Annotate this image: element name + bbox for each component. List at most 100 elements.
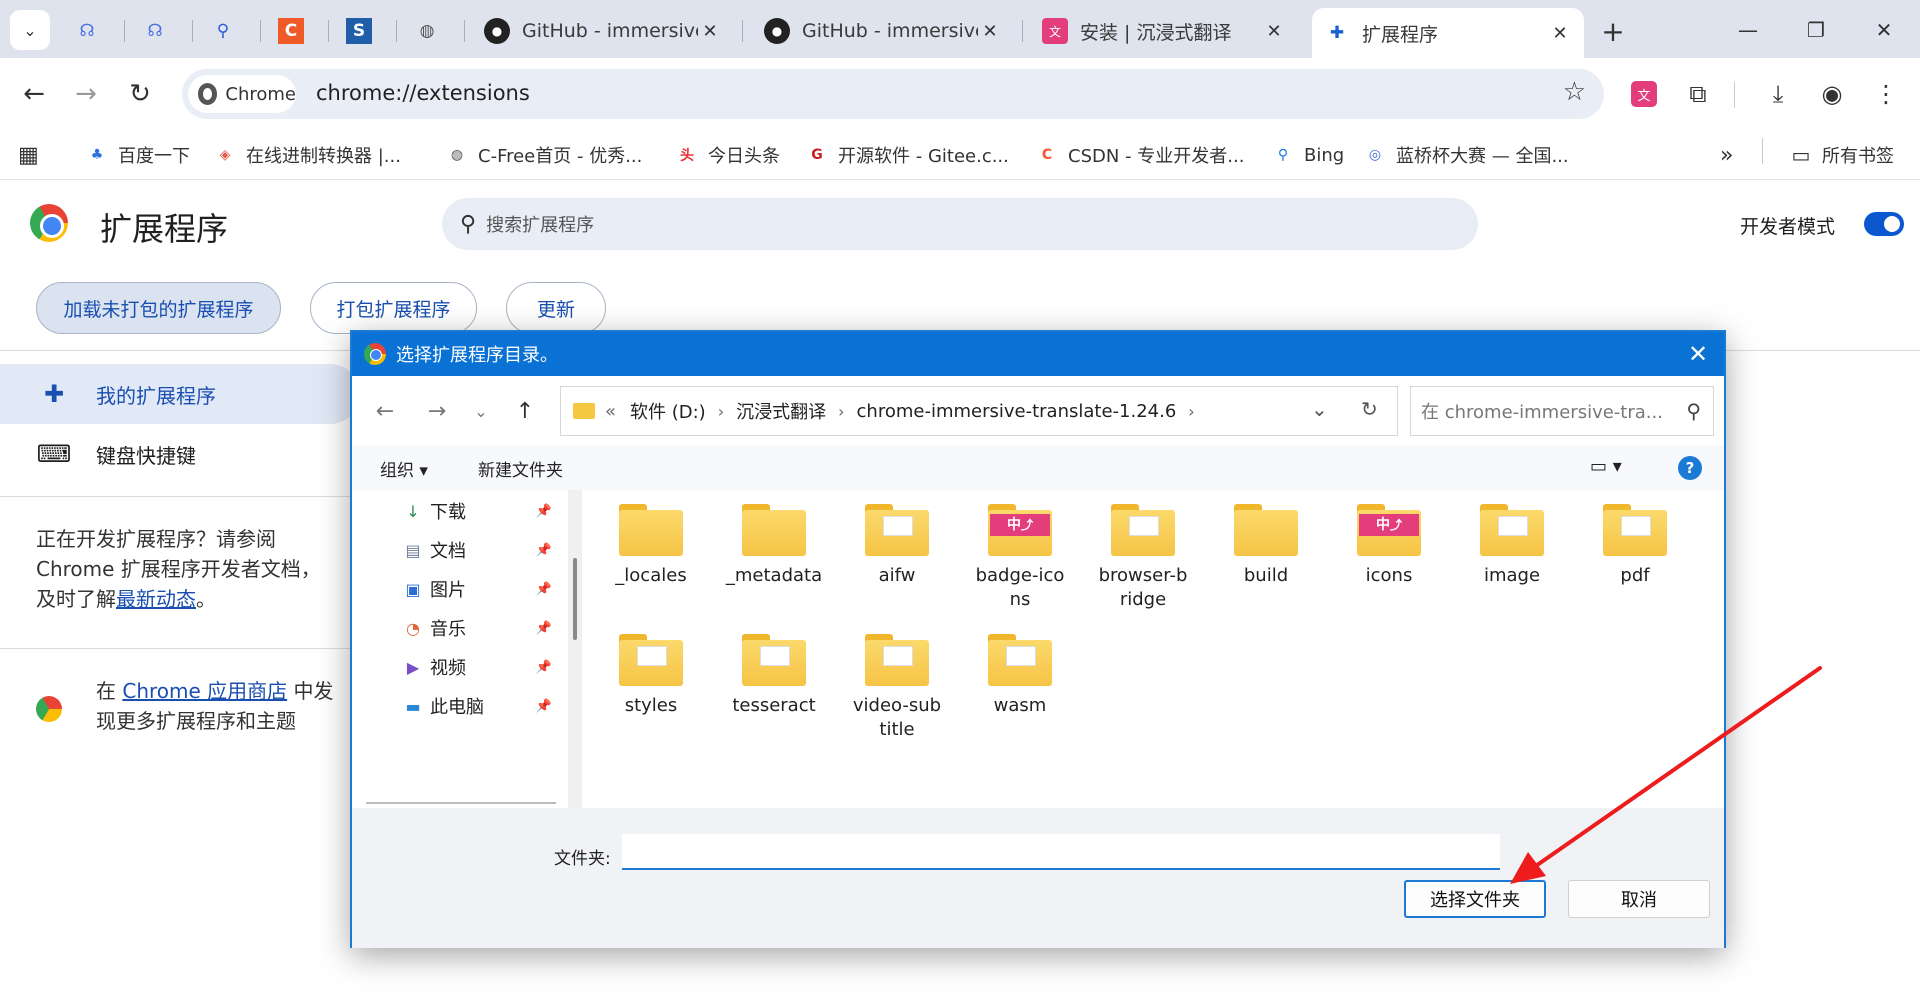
folder-item[interactable]: video-sub title [842,634,952,742]
bookmark-item[interactable]: ♣ 百度一下 [86,140,190,170]
navigation-scrollbar[interactable] [568,490,582,808]
tab-s-site[interactable]: S [334,9,390,53]
address-history-button[interactable]: ⌄ [1311,397,1328,421]
folder-item[interactable]: image [1457,504,1567,588]
path-overflow[interactable]: « [605,401,616,422]
folder-item[interactable]: build [1211,504,1321,588]
bookmark-item[interactable]: 头今日头条 [676,140,780,170]
sidebar-item-my-extensions[interactable]: ✚ 我的扩展程序 [0,364,360,424]
folder-item[interactable]: tesseract [719,634,829,718]
dialog-close-button[interactable]: ✕ [1682,338,1714,370]
close-icon[interactable]: ✕ [978,21,1002,42]
latest-news-link[interactable]: 最新动态 [116,587,196,611]
tab-immersive-install[interactable]: 文 安装 | 沉浸式翻译 ✕ [1030,9,1298,53]
help-icon[interactable]: ? [1678,456,1702,480]
bookmark-item[interactable]: ⚲ Bing [1272,140,1344,170]
close-icon[interactable]: ✕ [1262,21,1286,42]
update-button[interactable]: 更新 [506,282,606,334]
all-bookmarks-button[interactable]: ▭ 所有书签 [1790,140,1894,170]
dialog-back-button[interactable]: ← [368,394,402,428]
nav-item[interactable]: ▤ 文档 📌 [402,535,552,565]
path-segment[interactable]: 软件 (D:) [630,398,706,424]
folder-item[interactable]: aifw [842,504,952,588]
recent-locations-button[interactable]: ⌄ [464,394,498,428]
folder-item[interactable]: browser-b ridge [1088,504,1198,612]
bookmark-item[interactable]: G 开源软件 - Gitee.c... [806,140,1009,170]
forward-button[interactable]: → [64,72,108,116]
site-info-chip[interactable]: Chrome [188,75,296,113]
dialog-forward-button[interactable]: → [420,394,454,428]
arrow-left-icon: ← [23,79,45,109]
folder-item[interactable]: 中⤴ badge-ico ns [965,504,1075,612]
view-options-button[interactable]: ▭ ▾ [1590,456,1622,477]
back-button[interactable]: ← [12,72,56,116]
chrome-web-store-link[interactable]: Chrome 应用商店 [122,679,287,703]
folder-item[interactable]: 中⤴ icons [1334,504,1444,588]
folder-icon [865,504,929,556]
chevron-right-icon[interactable]: › [1188,402,1194,421]
dev-mode-toggle[interactable] [1864,212,1904,236]
load-unpacked-button[interactable]: 加载未打包的扩展程序 [36,282,281,334]
tab-globe[interactable]: ◍ [402,9,458,53]
tab-weibo-2[interactable]: ☊ [130,9,186,53]
menu-button[interactable]: ⋮ [1864,72,1908,116]
pack-extension-button[interactable]: 打包扩展程序 [310,282,477,334]
folder-name: browser-b [1098,565,1188,586]
tab-extensions[interactable]: ✚ 扩展程序 ✕ [1312,8,1584,58]
immersive-translate-extension-button[interactable]: 文 [1622,72,1666,116]
bookmark-item[interactable]: ◎ 蓝桥杯大赛 — 全国... [1364,140,1569,170]
new-tab-button[interactable]: + [1596,14,1630,48]
nav-item[interactable]: ◔ 音乐 📌 [402,613,552,643]
dialog-search-input[interactable]: 在 chrome-immersive-tra... ⚲ [1410,386,1714,436]
bookmark-star-icon[interactable]: ☆ [1563,77,1586,107]
folder-item[interactable]: _metadata [719,504,829,588]
nav-item[interactable]: ▶ 视频 📌 [402,652,552,682]
tab-c-free[interactable]: C [266,9,322,53]
folder-item[interactable]: pdf [1580,504,1690,588]
select-folder-button[interactable]: 选择文件夹 [1404,880,1546,918]
refresh-icon[interactable]: ↻ [1361,397,1378,421]
apps-button[interactable]: ▦ [18,140,39,170]
folder-icon: 中⤴ [988,504,1052,556]
restore-button[interactable]: ❐ [1788,12,1844,48]
folder-item[interactable]: _locales [596,504,706,588]
reload-button[interactable]: ↻ [118,72,162,116]
close-window-button[interactable]: ✕ [1856,12,1912,48]
folder-item[interactable]: styles [596,634,706,718]
organize-menu[interactable]: 组织 ▾ [380,456,428,481]
close-icon[interactable]: ✕ [1548,23,1572,44]
address-bar[interactable]: Chrome chrome://extensions ☆ [182,69,1604,119]
chevron-right-icon[interactable]: › [718,402,724,421]
downloads-button[interactable]: ⤓ [1756,72,1800,116]
chevron-right-icon[interactable]: › [838,402,844,421]
extensions-button[interactable]: ⧉ [1676,72,1720,116]
path-segment[interactable]: 沉浸式翻译 [736,398,826,424]
nav-item[interactable]: ▬ 此电脑 📌 [402,691,552,721]
tab-github-2[interactable]: ● GitHub - immersive- ✕ [752,9,1014,53]
bookmark-item[interactable]: ◈ 在线进制转换器 |... [214,140,401,170]
scrollbar-thumb[interactable] [573,558,577,640]
bookmark-item[interactable]: ◍ C-Free首页 - 优秀... [446,140,642,170]
nav-item[interactable]: ▣ 图片 📌 [402,574,552,604]
tab-github-1[interactable]: ● GitHub - immersive- ✕ [472,9,734,53]
tab-search-button[interactable]: ⌄ [10,10,50,50]
minimize-button[interactable]: — [1720,12,1776,48]
tab-search[interactable]: ⚲ [198,9,254,53]
bookmark-item[interactable]: C CSDN - 专业开发者... [1036,140,1245,170]
folder-name: _metadata [725,565,823,586]
dialog-address-bar[interactable]: « 软件 (D:) › 沉浸式翻译 › chrome-immersive-tra… [560,386,1398,436]
close-icon[interactable]: ✕ [698,21,722,42]
dialog-up-button[interactable]: ↑ [508,394,542,428]
folder-name-input[interactable] [622,834,1500,870]
extensions-search-input[interactable]: ⚲ 搜索扩展程序 [442,198,1478,250]
sidebar-item-shortcuts[interactable]: ⌨ 键盘快捷键 [0,424,196,484]
url-text[interactable]: chrome://extensions [316,81,530,105]
path-segment[interactable]: chrome-immersive-translate-1.24.6 [857,401,1177,422]
folder-item[interactable]: wasm [965,634,1075,718]
nav-item[interactable]: ↓ 下载 📌 [402,496,552,526]
profile-button[interactable]: ◉ [1810,72,1854,116]
cancel-button[interactable]: 取消 [1568,880,1710,918]
bookmarks-overflow-button[interactable]: » [1720,140,1733,170]
tab-weibo-1[interactable]: ☊ [62,9,118,53]
new-folder-button[interactable]: 新建文件夹 [478,456,563,481]
